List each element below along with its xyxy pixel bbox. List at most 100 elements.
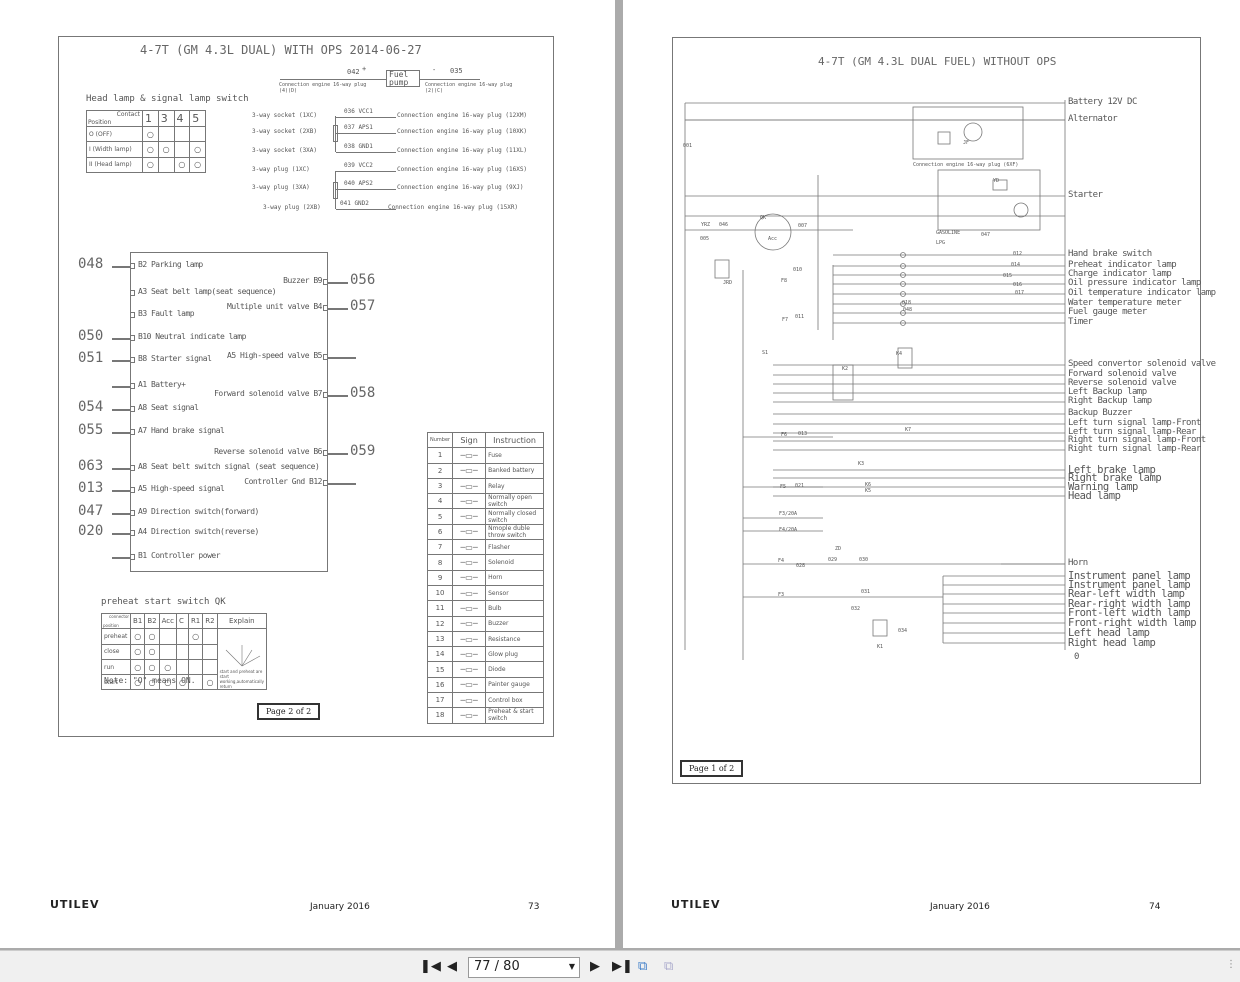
legend-symbol-icon: ─▭─	[452, 539, 487, 556]
contact-on-icon: ○	[158, 658, 177, 676]
wire-number: 051	[78, 350, 104, 366]
wire-label: K4	[896, 351, 903, 357]
page-selector[interactable]: 77 / 80 ▼	[468, 957, 580, 978]
preheat-switch-title: preheat start switch QK	[101, 597, 226, 607]
wire-stub	[112, 468, 130, 470]
footer-date: January 2016	[930, 902, 990, 912]
column-header: 5	[189, 110, 206, 127]
wire-label: 030	[859, 557, 869, 563]
minus-label: -	[432, 66, 437, 74]
legend-row: 5 ─▭─ Normally closed switch	[426, 508, 544, 525]
connection-label: Connection engine 16-way plug (9XJ)	[397, 184, 524, 191]
wire-line	[420, 79, 480, 80]
pin-icon	[130, 487, 135, 493]
legend-number: 7	[426, 539, 454, 556]
pin-icon	[130, 429, 135, 435]
legend-instruction: Preheat & start switch	[485, 707, 544, 724]
controller-box	[130, 252, 328, 572]
legend-number: 3	[426, 477, 454, 495]
next-page-button[interactable]: ▶	[590, 959, 600, 974]
pin-icon	[130, 383, 135, 389]
legend-header: Sign	[452, 431, 487, 449]
legend-symbol-icon: ─▭─	[452, 676, 487, 694]
column-header: R2	[202, 612, 218, 630]
wire-label: ZD	[835, 546, 842, 552]
wire-line	[336, 152, 396, 153]
contact-on-icon: ○	[144, 658, 160, 676]
legend-symbol-icon: ─▭─	[452, 447, 487, 464]
wire-label: F4/20A	[779, 527, 798, 533]
wire-number: 047	[78, 503, 104, 519]
controller-pin-label: A3 Seat belt lamp(seat sequence)	[138, 287, 277, 296]
controller-pin-label: Multiple unit valve B4	[227, 302, 322, 311]
load-label: Head lamp	[1068, 490, 1121, 502]
connection-label: Connection engine 16-way plug (16XS)	[397, 166, 528, 173]
first-page-button[interactable]: ❚◀	[420, 959, 441, 974]
legend-number: 15	[426, 661, 454, 678]
wire-number: 048	[78, 256, 104, 272]
two-page-view-icon[interactable]: ⧉	[664, 959, 673, 974]
load-label: Starter	[1068, 190, 1103, 200]
contact-cell	[187, 643, 204, 660]
legend-row: 14 ─▭─ Glow plug	[426, 646, 544, 663]
legend-symbol-icon: ─▭─	[452, 584, 487, 602]
wire-label: 048	[903, 307, 913, 313]
contact-cell	[175, 643, 189, 660]
wire-label: 016	[1013, 282, 1023, 288]
load-label: Oil pressure indicator lamp	[1068, 278, 1201, 288]
page-number-box: Page 1 of 2	[680, 760, 744, 777]
last-page-button[interactable]: ▶❚	[612, 959, 633, 974]
legend-symbol-icon: ─▭─	[452, 630, 487, 648]
load-label: Right head lamp	[1068, 637, 1156, 649]
load-label: Oil temperature indicator lamp	[1068, 288, 1216, 298]
wire-label: S1	[762, 350, 769, 356]
load-label: Speed convertor solenoid valve	[1068, 359, 1216, 369]
sensor-wire-label: 041 GND2	[340, 200, 369, 207]
corner-top: connector	[109, 614, 130, 619]
corner-bottom: Position	[88, 119, 112, 126]
wire-label: 017	[1015, 290, 1025, 296]
wire-label: K7	[905, 427, 912, 433]
footer-date: January 2016	[310, 902, 370, 912]
single-page-view-icon[interactable]: ⧉	[638, 959, 647, 974]
wire-label: F3/20A	[779, 511, 798, 517]
legend-row: 6 ─▭─ Nmople duble throw switch	[426, 523, 544, 541]
legend-number: 12	[426, 615, 454, 632]
legend-instruction: Buzzer	[485, 615, 544, 632]
previous-page-button[interactable]: ◀	[447, 959, 457, 974]
controller-pin-label: A9 Direction switch(forward)	[138, 507, 259, 516]
column-header: R1	[187, 612, 204, 630]
pin-icon	[130, 530, 135, 536]
legend-number: 13	[426, 630, 454, 648]
headlamp-switch-title: Head lamp & signal lamp switch	[86, 94, 249, 104]
drawing-title: 4-7T (GM 4.3L DUAL) WITH OPS 2014-06-27	[140, 43, 422, 57]
contact-on-icon: ○	[144, 628, 160, 645]
legend-row: 9 ─▭─ Horn	[426, 569, 544, 586]
symbol-legend-table: Number Sign Instruction 1 ─▭─ Fuse 2 ─▭─ Banked…	[426, 431, 544, 724]
legend-number: 16	[426, 676, 454, 694]
contact-on-icon: ○	[142, 156, 159, 173]
contact-on-icon: ○	[130, 658, 146, 676]
corner-top: Contact	[116, 111, 140, 118]
legend-instruction: Solenoid	[485, 554, 544, 571]
wire-stub	[328, 357, 356, 359]
legend-number: 17	[426, 692, 454, 709]
wire-line	[335, 171, 336, 209]
wire-label: F3	[778, 592, 785, 598]
legend-row: 15 ─▭─ Diode	[426, 661, 544, 678]
legend-row: 16 ─▭─ Painter gauge	[426, 676, 544, 694]
wire-label: 021	[795, 483, 805, 489]
legend-row: 17 ─▭─ Control box	[426, 692, 544, 709]
contact-cell	[175, 628, 189, 645]
wire-number: 055	[78, 422, 104, 438]
wire-label: QK	[760, 215, 767, 221]
legend-symbol-icon: ─▭─	[452, 692, 487, 709]
contact-cell	[157, 156, 175, 173]
contact-on-icon: ○	[189, 156, 206, 173]
legend-number: 2	[426, 462, 454, 479]
legend-row: 10 ─▭─ Sensor	[426, 584, 544, 602]
sensor-source-label: 3-way socket (1XC)	[252, 112, 318, 119]
position-label: close	[100, 643, 132, 660]
page-indicator: 77 / 80	[474, 959, 520, 974]
position-label: I (Width lamp)	[86, 141, 143, 158]
